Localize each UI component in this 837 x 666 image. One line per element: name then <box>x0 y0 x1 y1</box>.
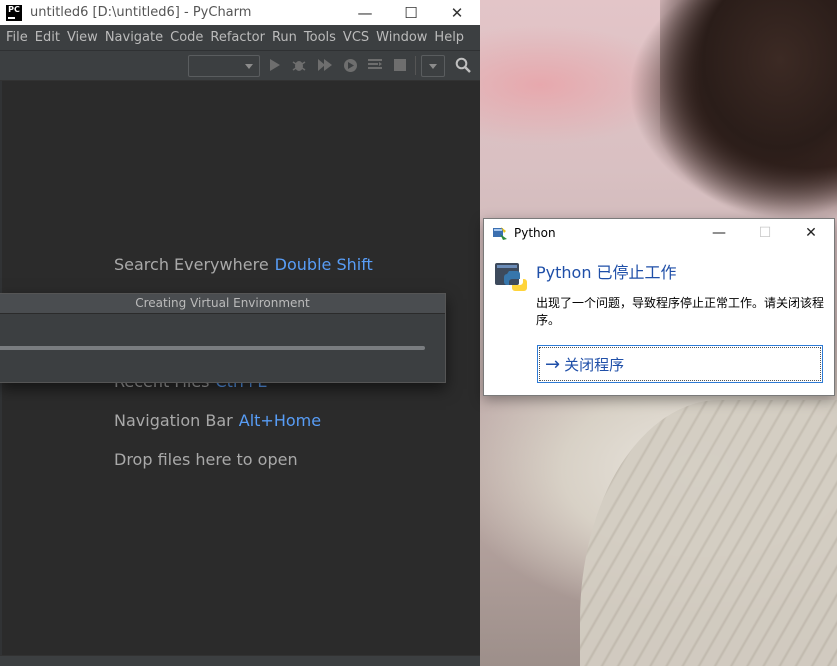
hint-drop-files: Drop files here to open <box>114 450 298 469</box>
menu-navigate[interactable]: Navigate <box>101 30 166 45</box>
close-button[interactable]: ✕ <box>788 219 834 247</box>
venv-dialog-title: Creating Virtual Environment <box>0 294 445 314</box>
menu-bar: File Edit View Navigate Code Refactor Ru… <box>0 25 480 50</box>
concurrency-icon[interactable] <box>367 57 383 73</box>
venv-progress-bar <box>0 346 425 350</box>
menu-code[interactable]: Code <box>167 30 207 45</box>
arrow-right-icon: → <box>545 353 561 375</box>
hint-label: Navigation Bar <box>114 411 233 430</box>
close-program-label: 关闭程序 <box>564 355 625 374</box>
close-program-button-focus[interactable]: → 关闭程序 <box>539 347 821 381</box>
python-dialog-heading: Python 已停止工作 <box>536 263 677 282</box>
menu-help[interactable]: Help <box>431 30 468 45</box>
pycharm-titlebar[interactable]: PC untitled6 [D:\untitled6] - PyCharm — … <box>0 0 480 25</box>
vcs-dropdown[interactable] <box>421 55 445 77</box>
menu-edit[interactable]: Edit <box>31 30 63 45</box>
python-dialog-title: Python <box>514 226 556 240</box>
maximize-button: ☐ <box>758 225 772 241</box>
hint-shortcut: Alt+Home <box>238 411 322 430</box>
close-program-button[interactable]: → 关闭程序 <box>537 345 823 383</box>
close-button[interactable]: ✕ <box>434 0 480 25</box>
minimize-button[interactable]: — <box>342 0 388 25</box>
main-toolbar <box>0 50 480 81</box>
python-dialog-window-controls: — ☐ ✕ <box>696 219 834 247</box>
menu-refactor[interactable]: Refactor <box>207 30 269 45</box>
hint-navigation-bar: Navigation Bar Alt+Home <box>114 411 321 430</box>
run-icon[interactable] <box>267 57 283 73</box>
wallpaper-detail-hair <box>660 0 837 230</box>
menu-tools[interactable]: Tools <box>300 30 339 45</box>
hint-label: Search Everywhere <box>114 255 269 274</box>
pycharm-logo-icon: PC <box>6 4 22 21</box>
chevron-down-icon <box>429 64 437 69</box>
window-controls: — ☐ ✕ <box>342 0 480 25</box>
menu-view[interactable]: View <box>63 30 101 45</box>
python-error-dialog: Python — ☐ ✕ Python 已停止工作 出现了一个问题，导致程序停止… <box>483 218 835 396</box>
stop-icon[interactable] <box>392 57 408 73</box>
menu-window[interactable]: Window <box>373 30 431 45</box>
python-logo-icon <box>495 263 527 291</box>
debug-icon[interactable] <box>291 57 307 73</box>
menu-vcs[interactable]: VCS <box>339 30 372 45</box>
python-dialog-message: 出现了一个问题，导致程序停止正常工作。请关闭该程序。 <box>536 296 825 327</box>
menu-file[interactable]: File <box>0 30 31 45</box>
window-title: untitled6 [D:\untitled6] - PyCharm <box>30 5 252 20</box>
profile-icon[interactable] <box>342 57 358 73</box>
minimize-button[interactable]: — <box>696 219 742 247</box>
hint-shortcut: Double Shift <box>274 255 373 274</box>
python-dialog-titlebar[interactable]: Python — ☐ ✕ <box>484 219 834 247</box>
maximize-button[interactable]: ☐ <box>388 0 434 25</box>
python-app-icon <box>493 227 507 240</box>
run-configuration-select[interactable] <box>188 55 260 77</box>
search-icon[interactable] <box>455 57 471 73</box>
coverage-icon[interactable] <box>317 57 333 73</box>
status-bar <box>0 655 480 666</box>
venv-progress-dialog: Creating Virtual Environment <box>0 293 446 383</box>
chevron-down-icon <box>245 64 253 69</box>
menu-run[interactable]: Run <box>268 30 300 45</box>
toolbar-separator <box>415 56 416 75</box>
hint-label: Drop files here to open <box>114 450 298 469</box>
hint-search-everywhere: Search Everywhere Double Shift <box>114 255 373 274</box>
